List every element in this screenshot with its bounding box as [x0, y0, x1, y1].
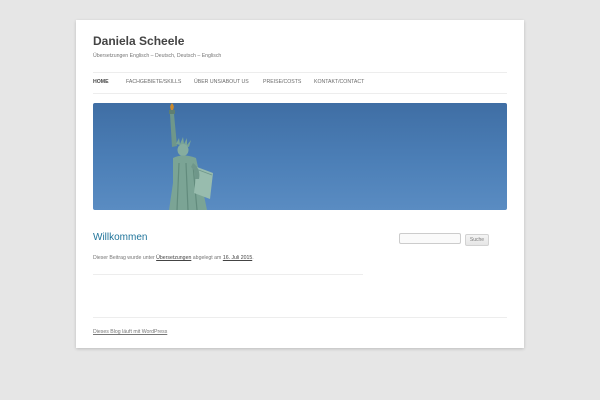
post-category-link[interactable]: Übersetzungen: [156, 255, 191, 261]
post-meta-middle: abgelegt am: [192, 255, 222, 261]
footer-credit-link[interactable]: Dieses Blog läuft mit WordPress: [93, 329, 167, 335]
post-meta-suffix: .: [252, 255, 254, 261]
statue-of-liberty-image: [169, 103, 213, 210]
nav-item-about[interactable]: ÜBER UNS/ABOUT US: [194, 79, 249, 85]
site-description: Übersetzungen Englisch – Deutsch, Deutsc…: [93, 53, 222, 59]
search-button[interactable]: Suche: [465, 234, 489, 246]
post-date-link[interactable]: 16. Juli 2015: [223, 255, 252, 261]
page-container: Daniela Scheele Übersetzungen Englisch –…: [76, 20, 524, 348]
post-divider: [93, 274, 363, 275]
header-image: [93, 103, 507, 210]
search-input[interactable]: [399, 233, 461, 244]
post-meta-prefix: Dieser Beitrag wurde unter: [93, 255, 155, 261]
nav-item-costs[interactable]: PREISE/COSTS: [263, 79, 301, 85]
nav-item-skills[interactable]: FACHGEBIETE/SKILLS: [126, 79, 181, 85]
post-meta: Dieser Beitrag wurde unter Übersetzungen…: [93, 255, 254, 261]
nav-item-home[interactable]: HOME: [93, 79, 109, 85]
post-title[interactable]: Willkommen: [93, 232, 147, 243]
footer-divider: [93, 317, 507, 318]
nav-item-contact[interactable]: KONTAKT/CONTACT: [314, 79, 364, 85]
main-navigation: HOME FACHGEBIETE/SKILLS ÜBER UNS/ABOUT U…: [93, 72, 507, 94]
site-title[interactable]: Daniela Scheele: [93, 34, 184, 48]
